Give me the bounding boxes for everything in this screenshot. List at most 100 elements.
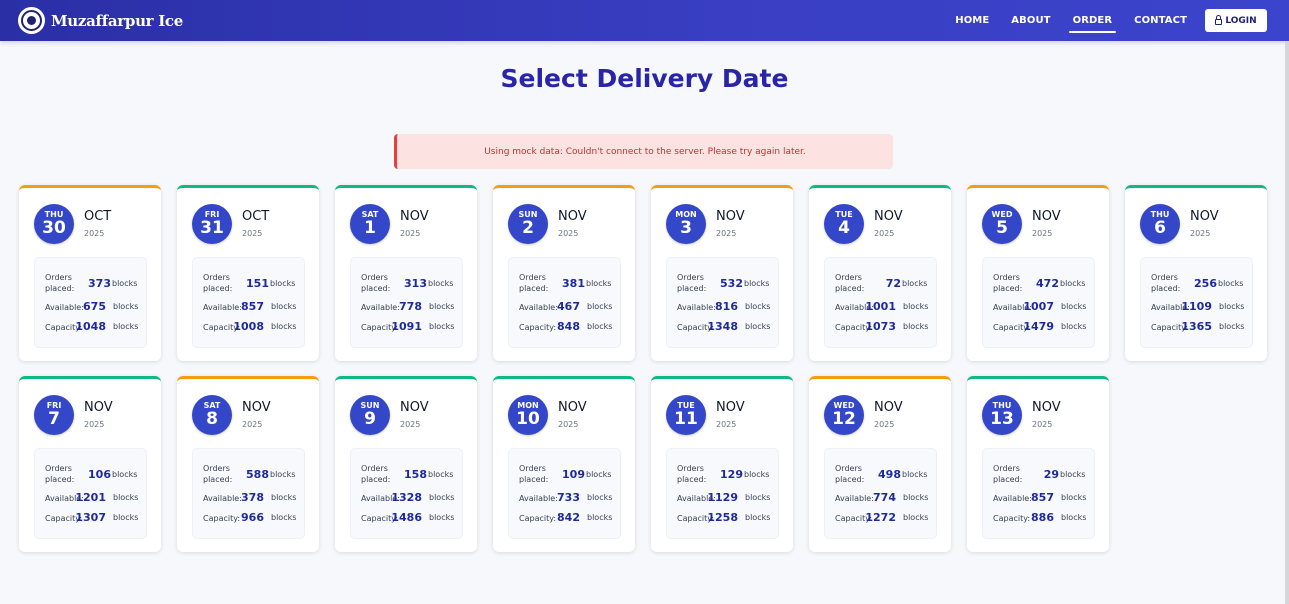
available-unit: blocks xyxy=(113,302,139,311)
login-button[interactable]: LOGIN xyxy=(1205,9,1267,32)
orders-value: 129 xyxy=(720,468,743,481)
capacity-value: 1258 xyxy=(707,511,738,524)
capacity-value: 1272 xyxy=(865,511,896,524)
day-number: 31 xyxy=(200,218,224,238)
date-card[interactable]: WED 5 NOV 2025 Orders placed: 472 blocks Availab… xyxy=(967,185,1109,361)
capacity-unit: blocks xyxy=(903,513,929,522)
date-card[interactable]: THU 6 NOV 2025 Orders placed: 256 blocks Availab… xyxy=(1125,185,1267,361)
stats-panel: Orders placed: 106 blocks Available: 1201 bloc… xyxy=(34,448,147,539)
year-label: 2025 xyxy=(1032,420,1053,429)
day-number: 2 xyxy=(522,218,534,238)
stats-panel: Orders placed: 472 blocks Available: 1007 bloc… xyxy=(982,257,1095,348)
nav-order-link[interactable]: ORDER xyxy=(1068,11,1116,33)
date-card[interactable]: MON 3 NOV 2025 Orders placed: 532 blocks Availab… xyxy=(651,185,793,361)
available-label: Available: xyxy=(993,494,1032,503)
year-label: 2025 xyxy=(84,229,105,238)
date-card[interactable]: SAT 8 NOV 2025 Orders placed: 588 blocks Availab… xyxy=(177,376,319,552)
capacity-unit: blocks xyxy=(429,322,455,331)
day-badge: FRI 7 xyxy=(34,395,74,435)
mock-data-alert: Using mock data: Couldn't connect to the… xyxy=(394,134,893,169)
day-number: 5 xyxy=(996,218,1008,238)
date-card[interactable]: TUE 11 NOV 2025 Orders placed: 129 blocks Availa… xyxy=(651,376,793,552)
available-unit: blocks xyxy=(1219,302,1245,311)
orders-label-line1: Orders xyxy=(519,464,546,473)
nav-home-link[interactable]: HOME xyxy=(955,11,989,30)
orders-unit: blocks xyxy=(270,279,296,288)
orders-label-line1: Orders xyxy=(993,273,1020,282)
day-badge: SUN 2 xyxy=(508,204,548,244)
brand[interactable]: Muzaffarpur Ice xyxy=(18,7,183,34)
day-number: 10 xyxy=(516,409,540,429)
month-label: NOV xyxy=(716,400,745,415)
day-badge: TUE 4 xyxy=(824,204,864,244)
month-label: NOV xyxy=(400,209,429,224)
orders-label-line1: Orders xyxy=(361,273,388,282)
orders-label-line1: Orders xyxy=(203,273,230,282)
orders-unit: blocks xyxy=(1218,279,1244,288)
stats-panel: Orders placed: 588 blocks Available: 378 block… xyxy=(192,448,305,539)
available-value: 774 xyxy=(873,491,896,504)
day-badge: THU 30 xyxy=(34,204,74,244)
stats-panel: Orders placed: 129 blocks Available: 1129 bloc… xyxy=(666,448,779,539)
available-unit: blocks xyxy=(587,302,613,311)
nav-about-link[interactable]: ABOUT xyxy=(1011,11,1050,30)
available-label: Available: xyxy=(677,303,716,312)
available-value: 1001 xyxy=(865,300,896,313)
date-card[interactable]: THU 30 OCT 2025 Orders placed: 373 blocks Availa… xyxy=(19,185,161,361)
date-card[interactable]: SUN 9 NOV 2025 Orders placed: 158 blocks Availab… xyxy=(335,376,477,552)
available-value: 857 xyxy=(241,300,264,313)
date-card[interactable]: TUE 4 NOV 2025 Orders placed: 72 blocks Availabl… xyxy=(809,185,951,361)
orders-label-line2: placed: xyxy=(361,475,391,484)
orders-label-line1: Orders xyxy=(677,273,704,282)
month-label: NOV xyxy=(716,209,745,224)
stats-panel: Orders placed: 313 blocks Available: 778 block… xyxy=(350,257,463,348)
capacity-value: 842 xyxy=(557,511,580,524)
capacity-unit: blocks xyxy=(1061,513,1087,522)
day-number: 1 xyxy=(364,218,376,238)
capacity-unit: blocks xyxy=(1061,322,1087,331)
stats-panel: Orders placed: 158 blocks Available: 1328 bloc… xyxy=(350,448,463,539)
year-label: 2025 xyxy=(84,420,105,429)
capacity-unit: blocks xyxy=(271,513,297,522)
orders-label-line2: placed: xyxy=(677,284,707,293)
date-card[interactable]: WED 12 NOV 2025 Orders placed: 498 blocks Availa… xyxy=(809,376,951,552)
day-badge: THU 6 xyxy=(1140,204,1180,244)
orders-unit: blocks xyxy=(902,470,928,479)
date-card[interactable]: SAT 1 NOV 2025 Orders placed: 313 blocks Availab… xyxy=(335,185,477,361)
date-card[interactable]: SUN 2 NOV 2025 Orders placed: 381 blocks Availab… xyxy=(493,185,635,361)
nav-contact-link[interactable]: CONTACT xyxy=(1134,11,1187,30)
capacity-unit: blocks xyxy=(429,513,455,522)
orders-label-line2: placed: xyxy=(835,475,865,484)
orders-label-line2: placed: xyxy=(361,284,391,293)
date-card[interactable]: MON 10 NOV 2025 Orders placed: 109 blocks Availa… xyxy=(493,376,635,552)
orders-label-line2: placed: xyxy=(203,284,233,293)
orders-label-line2: placed: xyxy=(1151,284,1181,293)
date-card[interactable]: FRI 31 OCT 2025 Orders placed: 151 blocks Availa… xyxy=(177,185,319,361)
orders-label-line1: Orders xyxy=(45,273,72,282)
available-value: 816 xyxy=(715,300,738,313)
orders-value: 588 xyxy=(246,468,269,481)
date-card[interactable]: THU 13 NOV 2025 Orders placed: 29 blocks Availab… xyxy=(967,376,1109,552)
brand-logo-icon xyxy=(18,7,45,34)
capacity-unit: blocks xyxy=(903,322,929,331)
page-title: Select Delivery Date xyxy=(500,64,789,93)
orders-label-line2: placed: xyxy=(203,475,233,484)
available-value: 1328 xyxy=(391,491,422,504)
day-badge: FRI 31 xyxy=(192,204,232,244)
day-number: 4 xyxy=(838,218,850,238)
stats-panel: Orders placed: 29 blocks Available: 857 blocks… xyxy=(982,448,1095,539)
month-label: NOV xyxy=(558,400,587,415)
capacity-unit: blocks xyxy=(745,513,771,522)
stats-panel: Orders placed: 373 blocks Available: 675 block… xyxy=(34,257,147,348)
capacity-value: 1008 xyxy=(233,320,264,333)
available-unit: blocks xyxy=(1061,493,1087,502)
day-badge: WED 12 xyxy=(824,395,864,435)
available-label: Available: xyxy=(361,303,400,312)
capacity-unit: blocks xyxy=(1219,322,1245,331)
orders-label-line2: placed: xyxy=(519,475,549,484)
date-card[interactable]: FRI 7 NOV 2025 Orders placed: 106 blocks Availab… xyxy=(19,376,161,552)
page-scrollbar[interactable] xyxy=(1285,41,1289,604)
orders-label-line1: Orders xyxy=(993,464,1020,473)
orders-unit: blocks xyxy=(112,279,138,288)
capacity-value: 886 xyxy=(1031,511,1054,524)
